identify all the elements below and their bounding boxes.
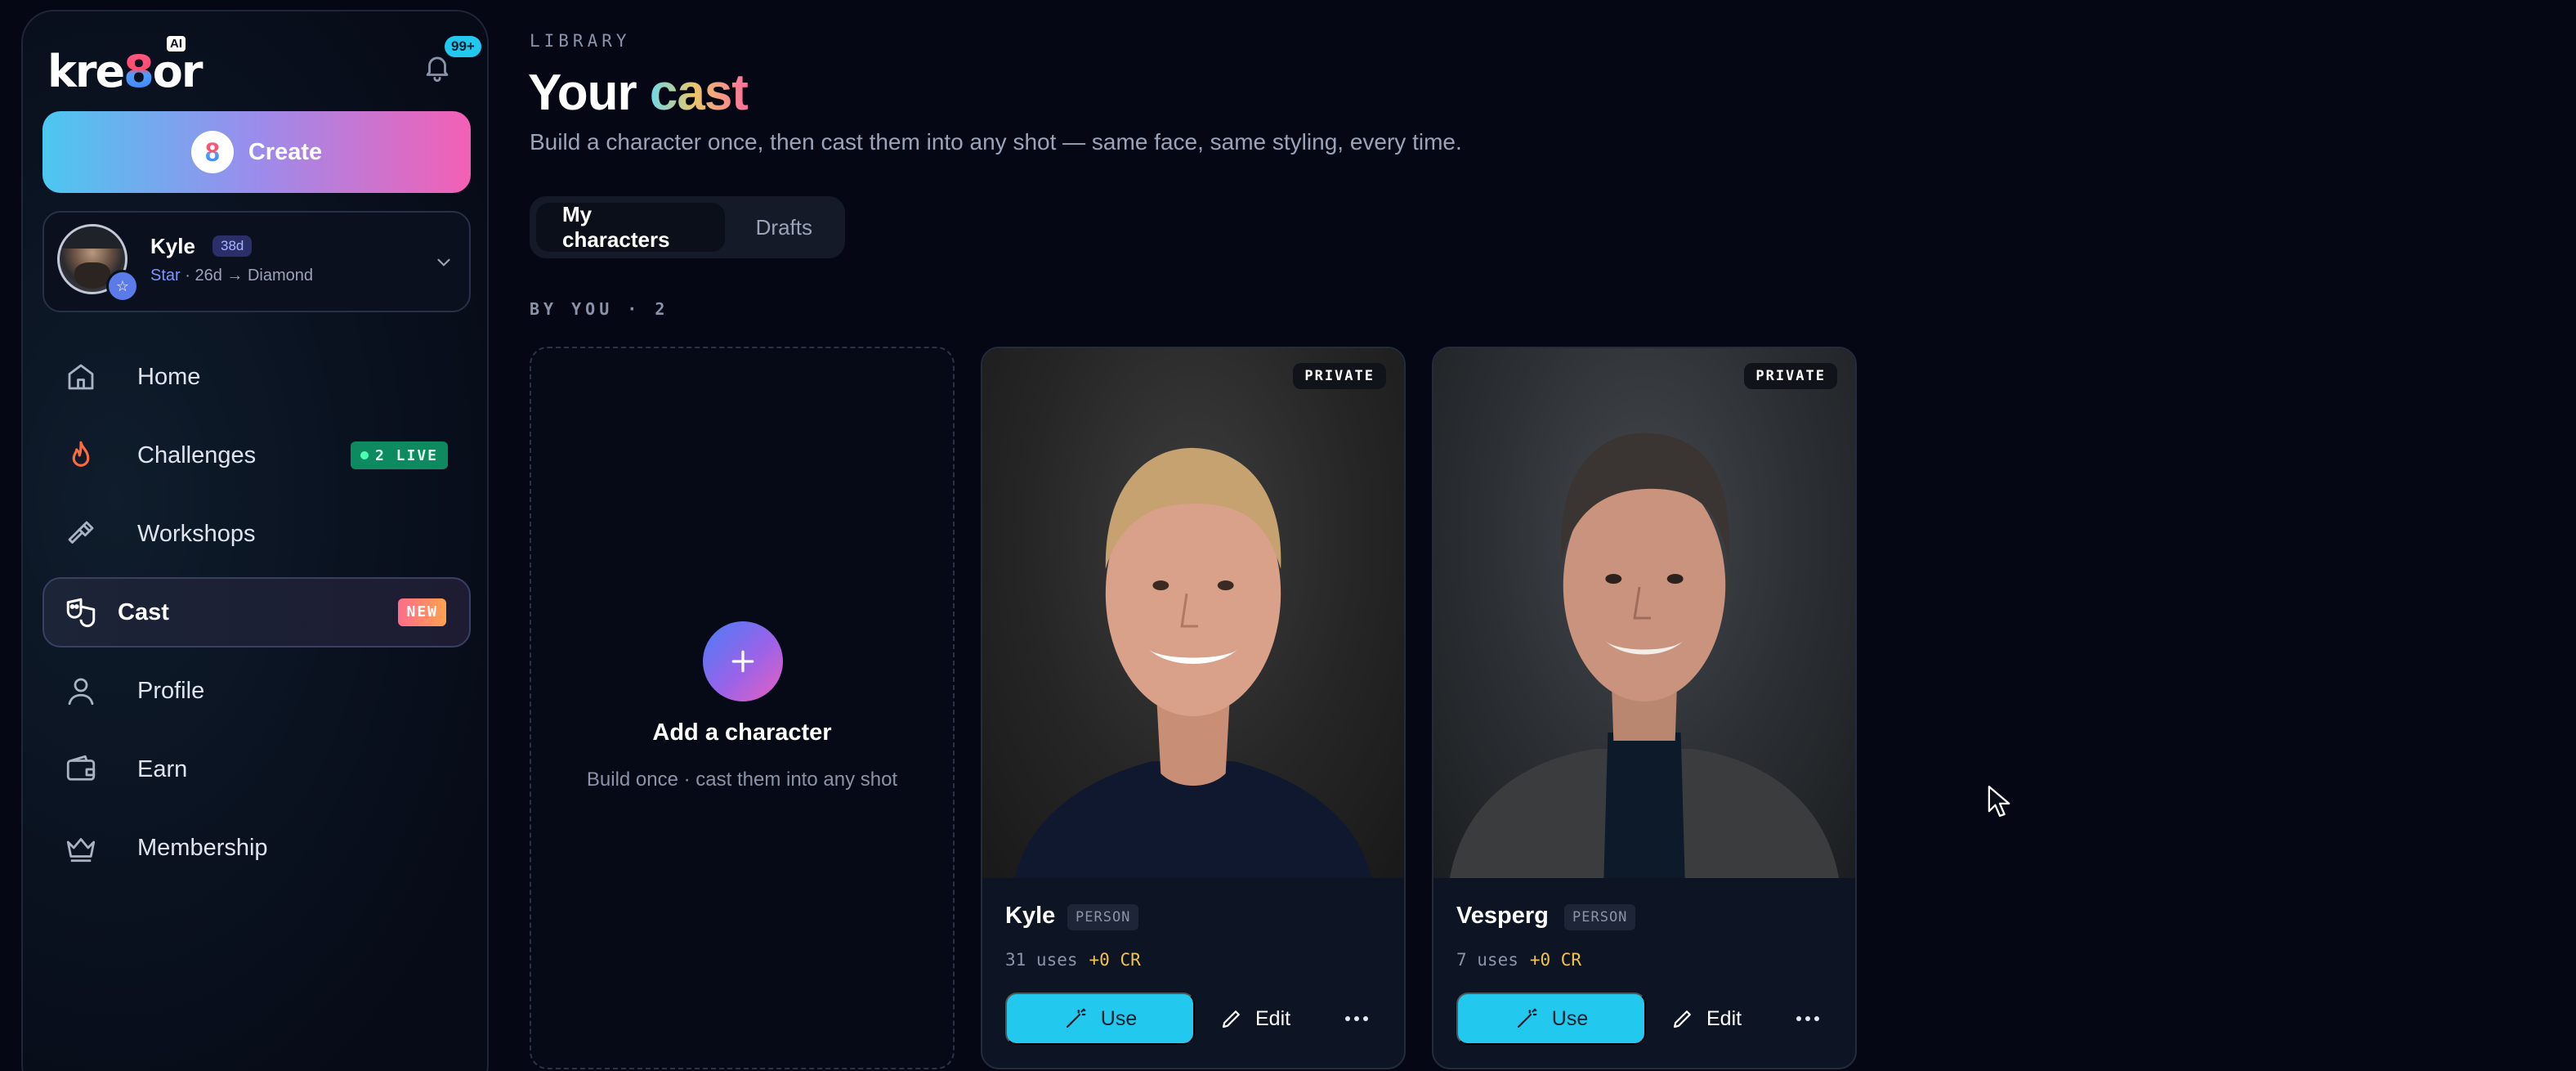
- crown-icon: [66, 838, 96, 863]
- masks-icon: [66, 598, 96, 628]
- character-photo: PRIVATE: [982, 348, 1404, 878]
- sidebar-item-cast[interactable]: Cast NEW: [42, 577, 471, 648]
- tab-drafts[interactable]: Drafts: [730, 203, 839, 252]
- sidebar-item-membership[interactable]: Membership: [42, 813, 471, 883]
- edit-button[interactable]: Edit: [1670, 993, 1742, 1045]
- magic-wand-icon: [1517, 1008, 1537, 1028]
- character-name: Kyle: [1005, 903, 1056, 929]
- sidebar-item-label: Challenges: [137, 441, 257, 468]
- sidebar-item-earn[interactable]: Earn: [42, 734, 471, 804]
- sidebar-item-label: Earn: [137, 755, 188, 782]
- magic-wand-icon: [1066, 1008, 1086, 1028]
- user-switcher[interactable]: ☆ Kyle 38d Star · 26d → Diamond: [42, 211, 471, 312]
- character-kind-badge: PERSON: [1564, 904, 1636, 930]
- sidebar-item-workshops[interactable]: Workshops: [42, 499, 471, 569]
- streak-badge: 38d: [212, 235, 253, 257]
- bell-icon[interactable]: [422, 51, 453, 83]
- sidebar-item-label: Membership: [137, 834, 268, 861]
- sidebar-item-label: Cast: [118, 598, 169, 625]
- home-icon: [68, 364, 94, 390]
- sidebar-item-challenges[interactable]: Challenges 2 LIVE: [42, 420, 471, 491]
- section-label: BY YOU · 2: [530, 299, 669, 319]
- sidebar-item-profile[interactable]: Profile: [42, 656, 471, 726]
- add-character-title: Add a character: [652, 719, 832, 746]
- user-name: Kyle: [150, 234, 195, 258]
- character-stats: 7 uses +0 CR: [1456, 950, 1582, 970]
- star-tier-icon: ☆: [106, 270, 139, 302]
- edit-button[interactable]: Edit: [1219, 993, 1290, 1045]
- flame-icon: [72, 441, 90, 467]
- create-label: Create: [248, 138, 323, 165]
- sidebar-item-home[interactable]: Home: [42, 342, 471, 412]
- use-button[interactable]: Use: [1456, 993, 1646, 1045]
- tab-bar: My characters Drafts: [530, 196, 845, 258]
- page-subtitle: Build a character once, then cast them i…: [530, 129, 1462, 155]
- ai-tag: AI: [167, 36, 186, 52]
- portrait-illustration: [1449, 432, 1840, 878]
- hammer-icon: [68, 521, 94, 544]
- character-card[interactable]: PRIVATE Vesperg PERSON 7 uses +0 CR Use E…: [1432, 347, 1857, 1069]
- live-dot: [360, 451, 369, 459]
- sidebar-item-label: Workshops: [137, 520, 256, 547]
- avatar-beard-shape: [74, 262, 111, 289]
- more-options-icon[interactable]: [1791, 1002, 1824, 1035]
- page-eyebrow: LIBRARY: [530, 31, 631, 51]
- tab-my-characters[interactable]: My characters: [536, 202, 725, 252]
- pencil-icon: [1673, 1011, 1691, 1028]
- mouse-cursor-icon: [1988, 786, 2010, 817]
- avatar-cap-shape: [60, 226, 125, 249]
- character-kind-badge: PERSON: [1067, 904, 1139, 930]
- notification-count-badge: 99+: [445, 36, 481, 57]
- use-button[interactable]: Use: [1005, 993, 1195, 1045]
- sidebar-item-label: Home: [137, 363, 201, 390]
- add-character-card[interactable]: Add a character Build once · cast them i…: [530, 347, 955, 1069]
- new-badge: NEW: [398, 598, 446, 626]
- more-options-icon[interactable]: [1340, 1002, 1373, 1035]
- create-button[interactable]: 8 Create: [42, 111, 471, 193]
- wallet-icon: [66, 755, 96, 781]
- sidebar: kre 8 or AI 99+ 8 Create ☆ Kyle 38d Star ·…: [21, 10, 489, 1071]
- character-stats: 31 uses +0 CR: [1005, 950, 1141, 970]
- sidebar-item-label: Profile: [137, 677, 205, 704]
- live-count-badge: 2 LIVE: [350, 441, 448, 469]
- add-character-subtitle: Build once · cast them into any shot: [586, 769, 898, 791]
- character-photo: PRIVATE: [1433, 348, 1855, 878]
- portrait-illustration: [1014, 447, 1372, 878]
- visibility-badge: PRIVATE: [1744, 363, 1837, 389]
- create-8-icon: 8: [190, 131, 234, 173]
- visibility-badge: PRIVATE: [1293, 363, 1386, 389]
- character-name: Vesperg: [1456, 903, 1549, 929]
- chevron-down-icon[interactable]: [433, 252, 454, 273]
- pencil-icon: [1222, 1011, 1240, 1028]
- plus-icon: [703, 621, 783, 701]
- tier-progress: Star · 26d → Diamond: [150, 267, 313, 285]
- page-title: Your cast: [528, 65, 749, 121]
- character-card[interactable]: PRIVATE Kyle PERSON 31 uses +0 CR Use Edi…: [981, 347, 1406, 1069]
- person-icon: [68, 678, 94, 706]
